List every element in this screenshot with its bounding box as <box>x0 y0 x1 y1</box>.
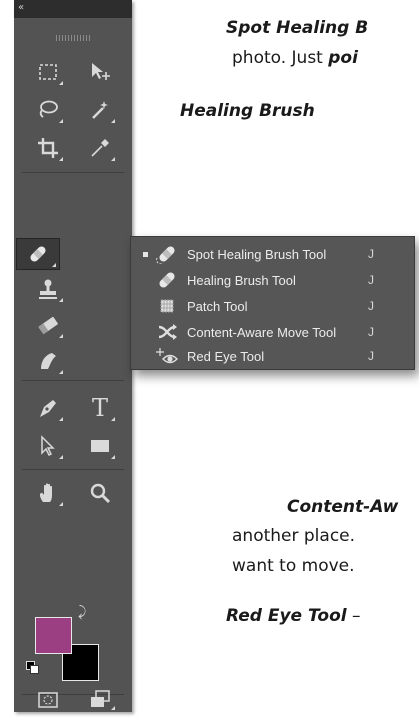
bandage-icon <box>30 246 46 262</box>
eraser-tool[interactable] <box>30 310 66 340</box>
swap-colors-icon[interactable]: ⤸ <box>78 604 86 620</box>
spot-healing-brush-tool[interactable] <box>16 238 60 270</box>
hand-icon <box>39 483 52 502</box>
quick-mask-tool[interactable] <box>30 688 66 712</box>
doc-line-6: want to move. <box>232 556 355 576</box>
smudge-icon <box>41 353 56 369</box>
screen-mode-tool[interactable] <box>82 688 118 712</box>
clone-stamp-tool[interactable] <box>30 274 66 304</box>
screen-mode-icon <box>91 690 110 707</box>
doc-term-healing-brush: Healing Brush <box>180 101 315 121</box>
type-icon: T <box>91 394 108 422</box>
eyedropper-tool[interactable] <box>82 133 118 163</box>
panel-header[interactable]: « <box>14 0 132 18</box>
flyout-item-shortcut: J <box>368 247 374 261</box>
doc-line-1: Spot Healing B <box>226 18 368 38</box>
doc-term-content-aware: Content-Aw <box>287 497 399 517</box>
marquee-icon <box>39 64 57 80</box>
flyout-item-healing-brush[interactable]: Healing Brush Tool J <box>131 267 414 293</box>
panel-grip[interactable] <box>56 35 90 41</box>
doc-line-2: photo. Just poi <box>232 48 358 68</box>
smudge-tool[interactable] <box>30 346 66 376</box>
flyout-item-shortcut: J <box>368 325 374 339</box>
healing-tools-flyout-menu: Spot Healing Brush Tool J Healing Brush … <box>130 236 415 370</box>
doc-line-5: another place. <box>232 526 355 546</box>
flyout-item-label: Content-Aware Move Tool <box>187 324 337 340</box>
doc-term-red-eye: Red Eye Tool <box>226 606 347 626</box>
marquee-tool[interactable] <box>30 57 66 87</box>
magic-wand-tool[interactable] <box>82 95 118 125</box>
rectangle-tool[interactable] <box>82 431 118 461</box>
crop-tool[interactable] <box>30 133 66 163</box>
pen-icon <box>40 400 56 417</box>
eyedropper-icon <box>91 139 109 157</box>
flyout-item-patch[interactable]: Patch Tool J <box>131 293 414 319</box>
default-colors-icon[interactable] <box>26 661 39 674</box>
flyout-item-spot-healing-brush[interactable]: Spot Healing Brush Tool J <box>131 241 414 267</box>
flyout-item-red-eye[interactable]: Red Eye Tool J <box>131 343 414 369</box>
stamp-icon <box>39 279 57 299</box>
doc-text: want to move. <box>232 556 355 576</box>
eraser-icon <box>38 316 58 335</box>
doc-text: photo. Just <box>232 48 329 68</box>
arrow-icon <box>41 435 55 457</box>
spot-healing-icon <box>155 243 179 265</box>
pen-tool[interactable] <box>30 393 66 423</box>
doc-term-spot-healing: Spot Healing B <box>226 18 369 38</box>
zoom-icon <box>90 483 111 504</box>
flyout-item-shortcut: J <box>368 273 374 287</box>
lasso-icon <box>39 100 58 118</box>
doc-text: another place. <box>232 526 356 546</box>
selected-bullet-icon <box>143 251 148 257</box>
doc-emphasis: poi <box>328 48 358 68</box>
doc-text: – <box>346 606 361 626</box>
brush-tool[interactable] <box>82 238 118 268</box>
zoom-tool[interactable] <box>82 478 118 508</box>
foreground-color-swatch[interactable] <box>35 617 72 654</box>
type-tool[interactable]: T <box>82 393 118 423</box>
flyout-item-label: Spot Healing Brush Tool <box>187 246 327 262</box>
flyout-item-shortcut: J <box>368 349 374 363</box>
rectangle-icon <box>91 440 109 452</box>
quick-mask-icon <box>38 692 58 708</box>
flyout-item-label: Red Eye Tool <box>187 348 265 364</box>
flyout-item-shortcut: J <box>368 299 374 313</box>
red-eye-icon <box>155 345 179 367</box>
lasso-tool[interactable] <box>30 95 66 125</box>
flyout-item-content-aware-move[interactable]: Content-Aware Move Tool J <box>131 319 414 345</box>
flyout-item-label: Patch Tool <box>187 298 248 314</box>
content-aware-move-icon <box>155 321 179 343</box>
collapse-icon[interactable]: « <box>18 2 24 13</box>
tools-panel: « T ⤸ <box>14 0 132 712</box>
doc-line-7: Red Eye Tool – <box>226 606 361 626</box>
move-tool[interactable] <box>82 57 118 87</box>
hand-tool[interactable] <box>30 478 66 508</box>
healing-brush-icon <box>155 269 179 291</box>
path-selection-tool[interactable] <box>30 431 66 461</box>
doc-line-4: Content-Aw <box>287 497 398 517</box>
patch-icon <box>155 295 179 317</box>
move-icon <box>92 63 110 80</box>
doc-line-3: Healing Brush <box>180 101 315 121</box>
crop-icon <box>38 138 58 158</box>
magic-wand-icon <box>92 101 108 119</box>
flyout-item-label: Healing Brush Tool <box>187 272 296 288</box>
